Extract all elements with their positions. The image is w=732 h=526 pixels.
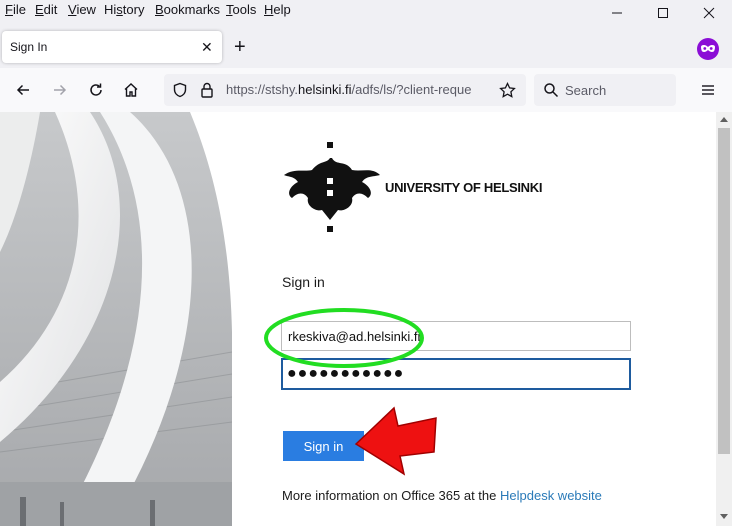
hamburger-menu-icon [702, 85, 714, 95]
close-icon [703, 7, 715, 19]
lock-icon[interactable] [199, 81, 215, 99]
reload-icon [90, 83, 102, 96]
tab-close-icon[interactable]: ✕ [201, 39, 213, 56]
extension-icon[interactable] [697, 38, 719, 60]
info-text: More information on Office 365 at the He… [282, 488, 602, 503]
new-tab-button[interactable]: + [234, 37, 246, 57]
scroll-up-icon[interactable] [720, 116, 728, 122]
app-menu-button[interactable] [694, 76, 722, 104]
password-field[interactable] [281, 358, 631, 390]
university-logo-icon [284, 142, 380, 232]
home-button[interactable] [117, 76, 145, 104]
home-icon [124, 83, 138, 97]
menu-bookmarks[interactable]: Bookmarks [155, 2, 220, 17]
navigation-bar: https://stshy.helsinki.fi/adfs/ls/?clien… [0, 68, 732, 113]
address-bar[interactable]: https://stshy.helsinki.fi/adfs/ls/?clien… [164, 74, 526, 106]
tab-title: Sign In [10, 40, 48, 54]
back-arrow-icon [16, 84, 29, 96]
mask-icon [701, 45, 715, 52]
tab-sign-in[interactable]: Sign In ✕ [2, 31, 222, 63]
menu-tools[interactable]: Tools [226, 2, 256, 17]
bookmark-star-icon[interactable] [499, 82, 516, 99]
sign-in-button[interactable]: Sign in [283, 431, 364, 461]
menu-file[interactable]: File [5, 2, 26, 17]
org-name: UNIVERSITY OF HELSINKI [385, 180, 543, 195]
background-photo [0, 112, 232, 526]
forward-arrow-icon [54, 84, 67, 96]
menu-edit[interactable]: Edit [35, 2, 57, 17]
shield-icon[interactable] [172, 82, 188, 98]
scroll-down-icon[interactable] [720, 514, 728, 520]
scrollbar[interactable] [716, 112, 732, 526]
search-icon [544, 83, 559, 98]
scrollbar-thumb[interactable] [718, 128, 730, 454]
username-field[interactable] [281, 321, 631, 351]
search-placeholder: Search [565, 83, 607, 98]
back-button[interactable] [9, 76, 37, 104]
url-text[interactable]: https://stshy.helsinki.fi/adfs/ls/?clien… [226, 82, 490, 97]
search-box[interactable]: Search [534, 74, 676, 106]
forward-button[interactable] [46, 76, 74, 104]
menu-view[interactable]: View [68, 2, 96, 17]
minimize-icon [612, 12, 622, 14]
menu-help[interactable]: Help [264, 2, 291, 17]
page-title: Sign in [282, 274, 325, 290]
helpdesk-link[interactable]: Helpdesk website [500, 488, 602, 503]
maximize-icon [658, 8, 668, 18]
tab-strip: Sign In ✕ + [0, 22, 732, 68]
page-content: UNIVERSITY OF HELSINKI Sign in [0, 112, 716, 526]
reload-button[interactable] [82, 76, 110, 104]
menu-history[interactable]: History [104, 2, 144, 17]
